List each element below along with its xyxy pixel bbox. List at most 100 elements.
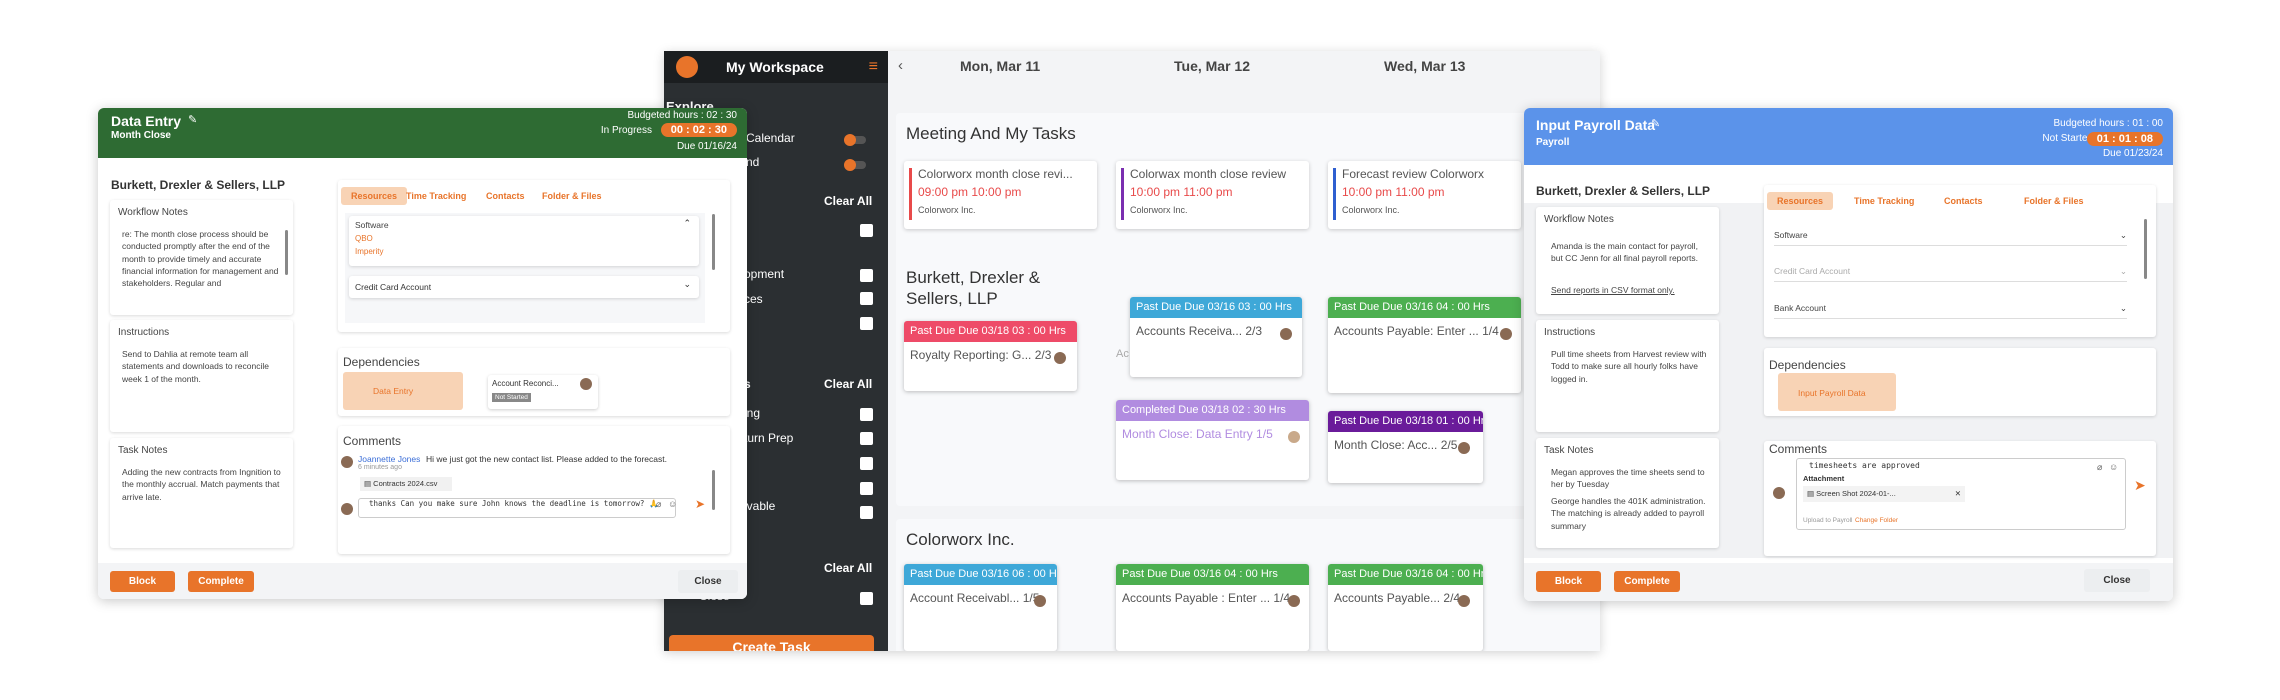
task-card[interactable]: Past Due Due 03/16 04 : 00 Hrs Accounts … <box>1328 564 1483 651</box>
dependency-label: Input Payroll Data <box>1798 388 1866 398</box>
task-card[interactable]: Past Due Due 03/16 04 : 00 Hrs Accounts … <box>1116 564 1309 651</box>
meeting-title: Colorwax month close review <box>1130 167 1287 181</box>
scrollbar[interactable] <box>712 470 715 510</box>
comment-input[interactable]: timesheets are approved Attachment ▤ Scr… <box>1796 458 2126 530</box>
software-dropdown[interactable]: Software ⌄ <box>1774 230 2127 246</box>
chevron-up-icon[interactable]: ⌃ <box>683 218 691 229</box>
block-button[interactable]: Block <box>110 571 175 592</box>
client-title: Colorworx Inc. <box>906 530 1015 549</box>
tab-folder-files[interactable]: Folder & Files <box>2024 196 2084 206</box>
block-button[interactable]: Block <box>1536 571 1601 592</box>
complete-button[interactable]: Complete <box>1614 571 1680 592</box>
meetings-title: Meeting And My Tasks <box>906 124 1076 143</box>
task-card-body: Accounts Receiva... 2/3 <box>1136 324 1263 338</box>
modal-title: Input Payroll Data <box>1536 117 1656 133</box>
software-dropdown[interactable]: Software ⌃ QBO Imperity <box>349 216 699 266</box>
tab-contacts[interactable]: Contacts <box>1944 196 1983 206</box>
tab-resources[interactable]: Resources <box>1767 192 1834 210</box>
emoji-icon[interactable]: ☺ <box>668 499 677 509</box>
chevron-down-icon[interactable]: ⌄ <box>2120 230 2127 241</box>
pencil-icon[interactable]: ✎ <box>1651 117 1660 130</box>
filter-checkbox[interactable] <box>860 592 873 605</box>
software-item[interactable]: Imperity <box>355 247 383 256</box>
attachment-chip[interactable]: ▤ Screen Shot 2024-01-... ✕ <box>1803 486 1965 502</box>
nd-toggle[interactable] <box>844 159 866 171</box>
meeting-card[interactable]: Colorwax month close review 10:00 pm 11:… <box>1116 161 1309 229</box>
comment-input[interactable]: thanks Can you make sure John knows the … <box>358 498 676 518</box>
filter-checkbox[interactable] <box>860 408 873 421</box>
task-card[interactable]: Completed Due 03/18 02 : 30 Hrs Month Cl… <box>1116 400 1309 480</box>
day-header: Wed, Mar 13 <box>1384 58 1466 74</box>
tab-folder-files[interactable]: Folder & Files <box>542 191 602 201</box>
filter-checkbox[interactable] <box>860 292 873 305</box>
send-icon[interactable]: ➤ <box>695 497 705 511</box>
dependency-next[interactable]: Account Reconci... Not Started <box>488 375 598 409</box>
instructions-label: Instructions <box>1544 327 1596 338</box>
meeting-card[interactable]: Colorworx month close revi... 09:00 pm 1… <box>904 161 1097 229</box>
task-card[interactable]: Past Due Due 03/18 03 : 00 Hrs Royalty R… <box>904 321 1077 391</box>
credit-card-dropdown[interactable]: Credit Card Account ⌄ <box>1774 266 2127 282</box>
attachment-chip[interactable]: ▤ Contracts 2024.csv <box>360 477 452 491</box>
workflow-notes-link[interactable]: Send reports in CSV format only. <box>1551 284 1675 296</box>
filter-checkbox[interactable] <box>860 432 873 445</box>
change-folder-link[interactable]: Change Folder <box>1855 517 1898 524</box>
dependency-current[interactable]: Input Payroll Data <box>1778 373 1896 411</box>
software-item[interactable]: QBO <box>355 234 373 243</box>
paperclip-icon[interactable]: ⌀ <box>2097 462 2102 473</box>
comment-text: Hi we just got the new contact list. Ple… <box>426 454 667 464</box>
hamburger-menu-icon[interactable]: ≡ <box>869 58 878 76</box>
close-icon[interactable]: ✕ <box>1955 489 1961 498</box>
task-card[interactable]: Past Due Due 03/16 03 : 00 Hrs Accounts … <box>1130 297 1302 377</box>
filter-checkbox[interactable] <box>860 506 873 519</box>
timer-badge[interactable]: 00 : 02 : 30 <box>660 123 737 137</box>
create-task-button[interactable]: Create Task <box>669 635 874 651</box>
tab-contacts[interactable]: Contacts <box>486 191 525 201</box>
scrollbar[interactable] <box>2144 219 2147 279</box>
file-icon: ▤ <box>1807 489 1817 498</box>
calendar-toggle[interactable] <box>844 134 866 146</box>
filter-checkbox[interactable] <box>860 224 873 237</box>
avatar <box>1458 442 1470 454</box>
modal-header: Input Payroll Data ✎ Payroll Budgeted ho… <box>1524 108 2173 165</box>
dependency-current[interactable]: Data Entry <box>343 372 463 410</box>
timer-badge[interactable]: 01 : 01 : 08 <box>2086 132 2163 146</box>
task-card[interactable]: Past Due Due 03/16 04 : 00 Hrs Accounts … <box>1328 297 1521 393</box>
filter-checkbox[interactable] <box>860 317 873 330</box>
task-card-header: Past Due Due 03/18 01 : 00 Hrs <box>1328 411 1483 432</box>
task-card[interactable]: Past Due Due 03/16 06 : 00 Hrs Account R… <box>904 564 1057 651</box>
bank-account-dropdown[interactable]: Bank Account ⌄ <box>1774 303 2127 319</box>
chevron-left-icon[interactable]: ‹ <box>898 57 903 74</box>
meeting-card[interactable]: Forecast review Colorworx 10:00 pm 11:00… <box>1328 161 1521 229</box>
chevron-down-icon[interactable]: ⌄ <box>2120 303 2127 314</box>
comment-author[interactable]: Joannette Jones <box>358 454 420 464</box>
complete-button[interactable]: Complete <box>188 571 254 592</box>
credit-card-dropdown[interactable]: Credit Card Account ⌄ <box>349 276 699 298</box>
filter-checkbox[interactable] <box>860 269 873 282</box>
dependencies-panel: Dependencies Input Payroll Data <box>1764 348 2156 416</box>
close-button[interactable]: Close <box>678 570 738 593</box>
tab-time-tracking[interactable]: Time Tracking <box>1854 196 1914 206</box>
clear-all-button-3[interactable]: Clear All <box>824 561 872 575</box>
scrollbar[interactable] <box>285 230 288 275</box>
clear-all-button-1[interactable]: Clear All <box>824 194 872 208</box>
filter-checkbox[interactable] <box>860 457 873 470</box>
close-button[interactable]: Close <box>2084 569 2150 592</box>
payroll-modal: Input Payroll Data ✎ Payroll Budgeted ho… <box>1524 108 2173 601</box>
attachment-name: Screen Shot 2024-01-... <box>1816 489 1896 498</box>
filter-checkbox[interactable] <box>860 482 873 495</box>
paperclip-icon[interactable]: ⌀ <box>656 499 661 510</box>
emoji-icon[interactable]: ☺ <box>2109 462 2118 472</box>
tab-time-tracking[interactable]: Time Tracking <box>406 191 466 201</box>
workspace-title: My Workspace <box>726 59 824 75</box>
client-name: Burkett, Drexler & Sellers, LLP <box>1536 184 1711 198</box>
modal-subtitle: Month Close <box>111 130 171 141</box>
pencil-icon[interactable]: ✎ <box>188 113 197 126</box>
tab-resources[interactable]: Resources <box>341 187 408 205</box>
client-title: Burkett, Drexler & Sellers, LLP <box>906 268 1041 308</box>
chevron-down-icon[interactable]: ⌄ <box>2120 266 2127 277</box>
send-icon[interactable]: ➤ <box>2134 477 2146 494</box>
task-card[interactable]: Past Due Due 03/18 01 : 00 Hrs Month Clo… <box>1328 411 1483 483</box>
chevron-down-icon[interactable]: ⌄ <box>683 279 691 290</box>
clear-all-button-2[interactable]: Clear All <box>824 377 872 391</box>
scrollbar[interactable] <box>712 214 715 270</box>
